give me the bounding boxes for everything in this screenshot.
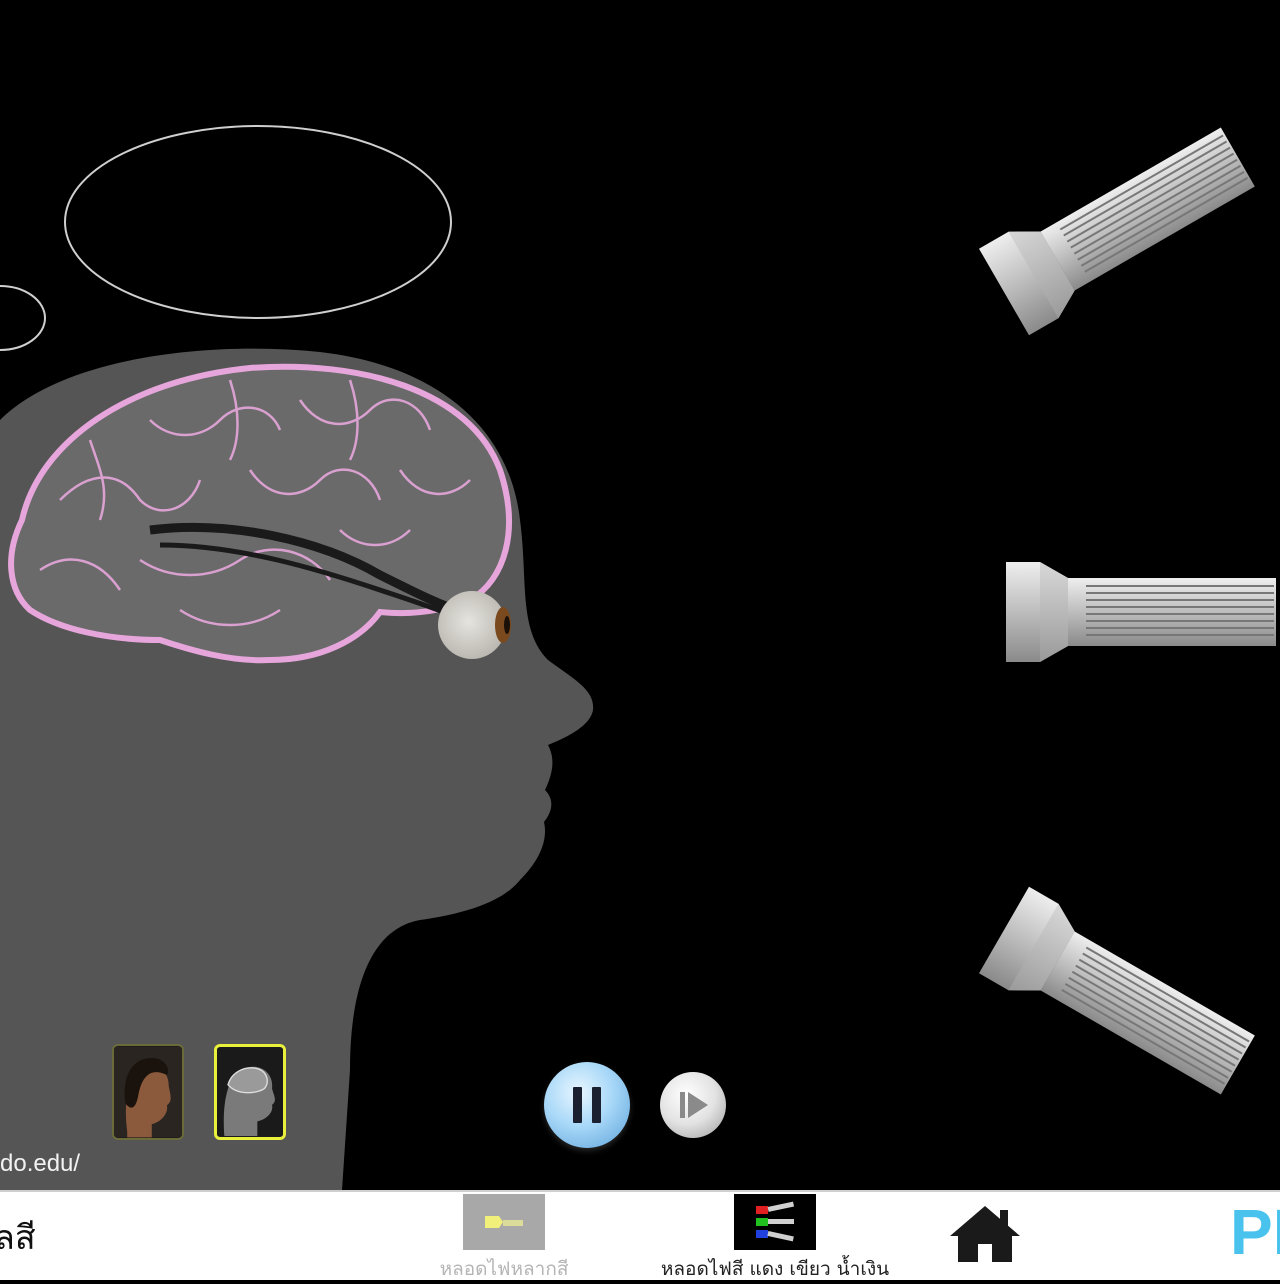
bulb-icon [485,1216,523,1228]
thought-bubble-small [0,285,46,351]
menu-rgb-bulbs[interactable]: หลอดไฟสี แดง เขียว น้ำเงิน [640,1194,910,1284]
brain-view-thumbnail[interactable] [214,1044,286,1140]
multicolor-bulb-thumbnail [463,1194,545,1250]
home-button[interactable] [946,1202,1024,1264]
step-forward-button[interactable] [660,1072,726,1138]
home-icon [950,1206,1020,1262]
menu-multicolor-bulbs[interactable]: หลอดไฟหลากสี [422,1194,586,1284]
flashlight-icon [1005,561,1277,663]
face-view-thumbnail[interactable] [112,1044,184,1140]
pause-icon [573,1087,601,1123]
flashlight-icon [978,112,1264,337]
pause-button[interactable] [544,1062,630,1148]
page-title-fragment: ลสี [0,1218,36,1258]
flashlight-icon [978,885,1264,1110]
face-icon [114,1046,182,1138]
thought-bubble-large [64,125,452,319]
bottom-navigation-bar: ลสี หลอดไฟหลากสี หลอดไฟสี แดง เขียว น้ำเ… [0,1190,1280,1280]
rgb-bulb-thumbnail [734,1194,816,1250]
brain-thumb-icon [217,1048,283,1136]
step-forward-icon [680,1092,708,1118]
publisher-logo: PI [1230,1196,1280,1268]
animation-scene [0,112,1277,1190]
rgb-flashlights-icon [756,1201,795,1242]
source-url: do.edu/ [0,1150,81,1177]
